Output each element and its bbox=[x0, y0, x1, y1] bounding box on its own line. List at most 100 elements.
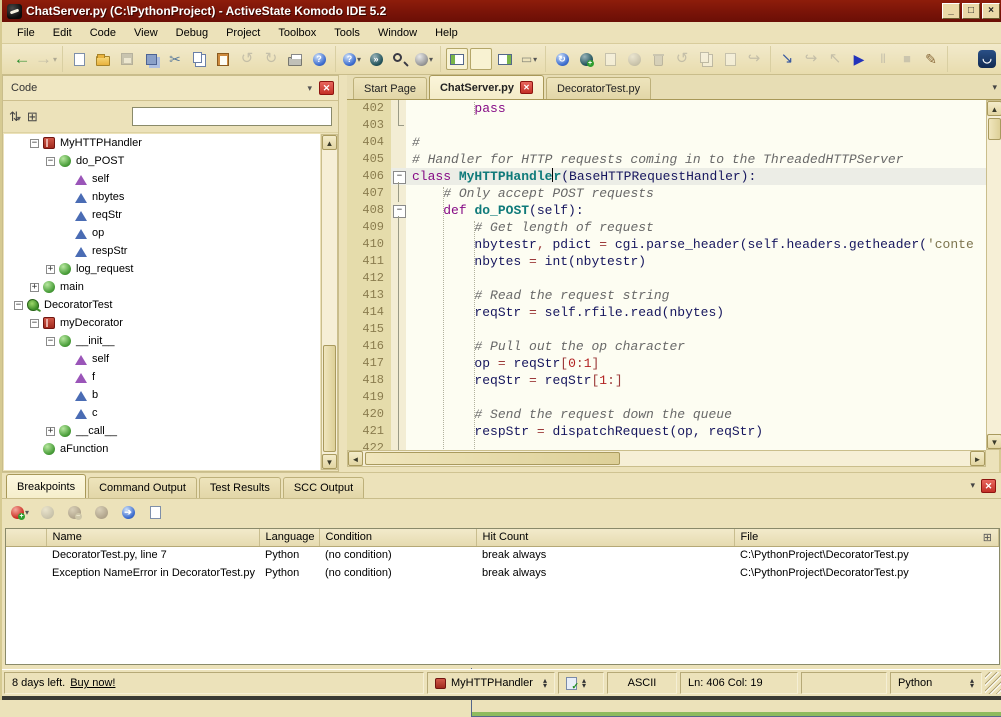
expand-icon[interactable]: + bbox=[46, 427, 55, 436]
breakpoint-properties-button[interactable] bbox=[144, 501, 166, 523]
resize-grip[interactable] bbox=[985, 672, 1001, 694]
paste-button[interactable] bbox=[212, 48, 234, 70]
tree-item-afunction[interactable]: aFunction bbox=[4, 440, 320, 458]
tab-list-dropdown-icon[interactable]: ▾ bbox=[992, 82, 997, 93]
expand-icon[interactable]: + bbox=[46, 265, 55, 274]
tree-item-logrequest[interactable]: +log_request bbox=[4, 260, 320, 278]
toggle-toolbars-button[interactable]: ▭▾ bbox=[518, 48, 540, 70]
tree-item-respstr[interactable]: respStr bbox=[4, 242, 320, 260]
column-header-hit-count[interactable]: Hit Count bbox=[476, 529, 734, 546]
add-breakpoint-dropdown-icon[interactable]: ▾ bbox=[25, 508, 29, 517]
macro-record-button[interactable]: ▾ bbox=[413, 48, 435, 70]
close-button[interactable]: × bbox=[982, 3, 1000, 19]
komodo-logo-button[interactable]: ◡ bbox=[976, 48, 998, 70]
check-stepper-icon[interactable]: ▴▾ bbox=[582, 678, 586, 688]
column-header-condition[interactable]: Condition bbox=[319, 529, 476, 546]
tree-item-main[interactable]: +main bbox=[4, 278, 320, 296]
menu-view[interactable]: View bbox=[125, 24, 167, 42]
buy-now-link[interactable]: Buy now! bbox=[70, 677, 115, 689]
print-button[interactable] bbox=[284, 48, 306, 70]
step-in-button[interactable]: ↘ bbox=[776, 48, 798, 70]
tree-item-op[interactable]: op bbox=[4, 224, 320, 242]
scope-stepper-icon[interactable]: ▴▾ bbox=[543, 678, 547, 688]
pane-splitter[interactable] bbox=[339, 75, 347, 472]
new-file-button[interactable] bbox=[68, 48, 90, 70]
tree-item-self[interactable]: self bbox=[4, 350, 320, 368]
community-button[interactable]: » bbox=[365, 48, 387, 70]
help-button[interactable]: ? bbox=[308, 48, 330, 70]
tree-item-init[interactable]: −__init__ bbox=[4, 332, 320, 350]
scc-refresh-status-button[interactable]: ↻ bbox=[551, 48, 573, 70]
menu-file[interactable]: File bbox=[8, 24, 44, 42]
tree-scroll-up-icon[interactable]: ▲ bbox=[322, 135, 337, 150]
tree-item-myhttphandler[interactable]: −MyHTTPHandler bbox=[4, 134, 320, 152]
editor-scroll-left-icon[interactable]: ◄ bbox=[348, 451, 363, 466]
bottom-pane-menu-caret-icon[interactable]: ▾ bbox=[970, 480, 975, 491]
editor-scroll-right-icon[interactable]: ► bbox=[970, 451, 985, 466]
add-breakpoint-button[interactable]: +▾ bbox=[9, 501, 31, 523]
collapse-icon[interactable]: − bbox=[46, 157, 55, 166]
current-scope-selector[interactable]: MyHTTPHandler ▴▾ bbox=[427, 672, 555, 694]
collapse-icon[interactable]: − bbox=[46, 337, 55, 346]
menu-toolbox[interactable]: Toolbox bbox=[269, 24, 325, 42]
tree-item-self[interactable]: self bbox=[4, 170, 320, 188]
go-to-source-button[interactable]: ➔ bbox=[117, 501, 139, 523]
editor-hscroll-thumb[interactable] bbox=[365, 452, 620, 465]
preview-in-browser-dropdown-icon[interactable]: ▾ bbox=[357, 55, 361, 64]
tree-item-decoratortest[interactable]: −DecoratorTest bbox=[4, 296, 320, 314]
menu-project[interactable]: Project bbox=[217, 24, 269, 42]
tree-scroll-thumb[interactable] bbox=[323, 345, 336, 452]
go-continue-button[interactable]: ▶ bbox=[848, 48, 870, 70]
sort-order-button[interactable]: ⇅▾ bbox=[9, 109, 21, 125]
language-stepper-icon[interactable]: ▴▾ bbox=[970, 678, 974, 688]
code-editor[interactable]: 402 pass403404#405# Handler for HTTP req… bbox=[347, 100, 986, 450]
maximize-button[interactable]: □ bbox=[962, 3, 980, 19]
forward-dropdown-icon[interactable]: ▾ bbox=[53, 55, 57, 64]
open-interactive-shell-button[interactable]: ✎ bbox=[920, 48, 942, 70]
bottom-pane-close-icon[interactable]: ✕ bbox=[981, 479, 996, 493]
editor-scroll-up-icon[interactable]: ▲ bbox=[987, 101, 1001, 116]
code-filter-input[interactable] bbox=[132, 107, 332, 126]
pane-menu-caret-icon[interactable]: ▾ bbox=[300, 83, 319, 94]
menu-code[interactable]: Code bbox=[81, 24, 125, 42]
menu-tools[interactable]: Tools bbox=[325, 24, 369, 42]
tree-scroll-down-icon[interactable]: ▼ bbox=[322, 454, 337, 469]
editor-vscrollbar[interactable]: ▲ ▼ bbox=[986, 100, 1001, 450]
locate-scope-button[interactable]: ⊞ bbox=[27, 109, 38, 125]
column-picker-icon[interactable]: ⊞ bbox=[983, 531, 992, 544]
cut-button[interactable]: ✂ bbox=[164, 48, 186, 70]
column-header-language[interactable]: Language bbox=[259, 529, 319, 546]
expand-icon[interactable]: + bbox=[30, 283, 39, 292]
tree-item-nbytes[interactable]: nbytes bbox=[4, 188, 320, 206]
tree-item-c[interactable]: c bbox=[4, 404, 320, 422]
tree-item-reqstr[interactable]: reqStr bbox=[4, 206, 320, 224]
breakpoint-row[interactable]: DecoratorTest.py, line 7Python(no condit… bbox=[6, 546, 999, 564]
editor-hscrollbar[interactable]: ◄ ► bbox=[347, 450, 986, 467]
menu-window[interactable]: Window bbox=[369, 24, 426, 42]
column-header-file[interactable]: File⊞ bbox=[734, 529, 999, 546]
copy-button[interactable] bbox=[188, 48, 210, 70]
collapse-icon[interactable]: − bbox=[14, 301, 23, 310]
menu-help[interactable]: Help bbox=[426, 24, 467, 42]
toggle-right-pane-button[interactable] bbox=[494, 48, 516, 70]
tree-item-f[interactable]: f bbox=[4, 368, 320, 386]
file-check-status[interactable]: ▴▾ bbox=[558, 672, 604, 694]
scc-add-button[interactable]: + bbox=[575, 48, 597, 70]
collapse-icon[interactable]: − bbox=[30, 139, 39, 148]
tree-scrollbar[interactable]: ▲ ▼ bbox=[321, 134, 338, 470]
tab-test-results[interactable]: Test Results bbox=[199, 477, 281, 498]
preview-in-browser-button[interactable]: ?▾ bbox=[341, 48, 363, 70]
open-file-button[interactable] bbox=[92, 48, 114, 70]
find-button[interactable] bbox=[389, 48, 411, 70]
toggle-left-pane-button[interactable] bbox=[446, 48, 468, 70]
tab-decoratortest-py[interactable]: DecoratorTest.py bbox=[546, 77, 651, 99]
editor-scroll-down-icon[interactable]: ▼ bbox=[987, 434, 1001, 449]
tab-breakpoints[interactable]: Breakpoints bbox=[6, 474, 86, 498]
minimize-button[interactable]: _ bbox=[942, 3, 960, 19]
fold-collapse-icon[interactable] bbox=[391, 168, 406, 185]
tree-item-mydecorator[interactable]: −myDecorator bbox=[4, 314, 320, 332]
column-header-name[interactable]: Name bbox=[46, 529, 259, 546]
back-button[interactable]: ← bbox=[11, 48, 33, 70]
tree-item-call[interactable]: +__call__ bbox=[4, 422, 320, 440]
editor-vscroll-thumb[interactable] bbox=[988, 118, 1001, 140]
